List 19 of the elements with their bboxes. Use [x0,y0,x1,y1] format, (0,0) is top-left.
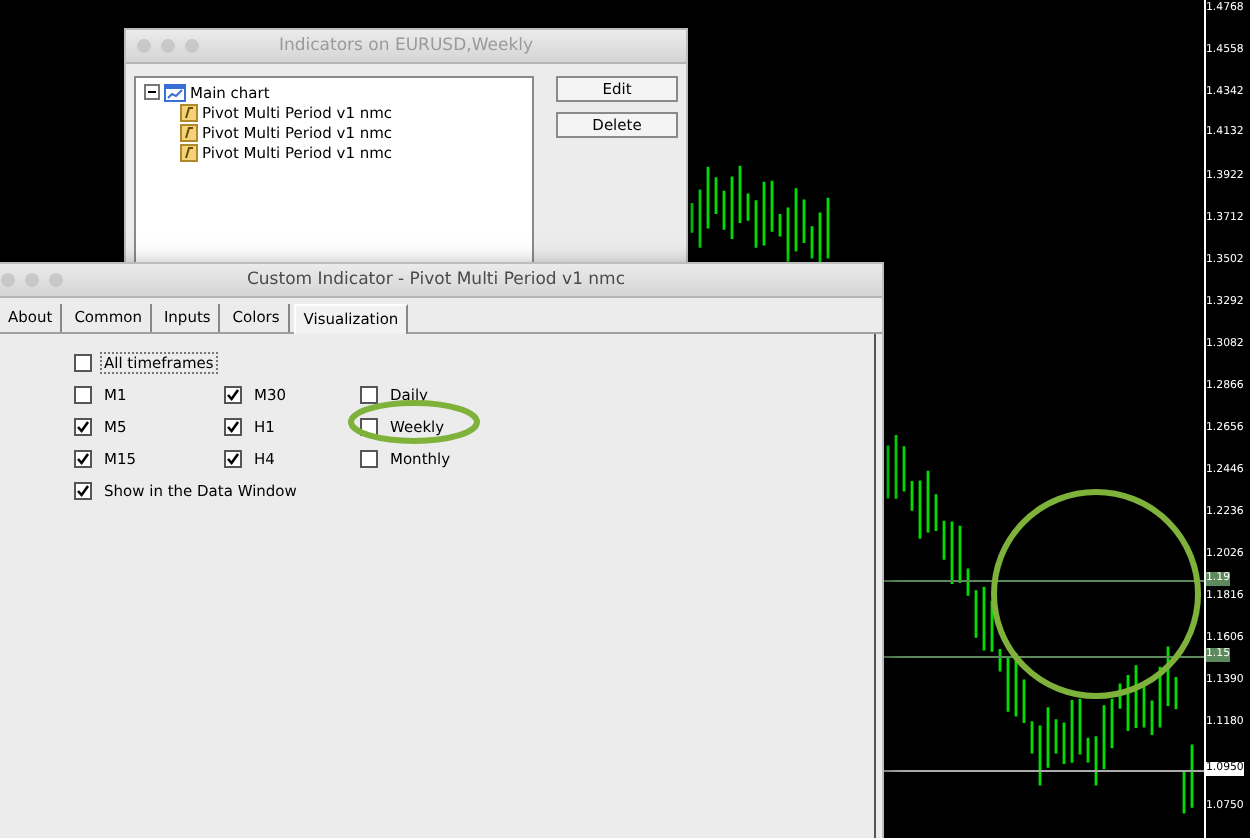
checkbox[interactable] [74,449,92,467]
checkbox[interactable] [360,417,378,435]
checkbox[interactable] [74,481,92,499]
checkbox[interactable] [224,449,242,467]
window-title: Indicators on EURUSD,Weekly [276,36,536,56]
checkbox[interactable] [360,449,378,467]
checkbox[interactable] [74,385,92,403]
indicator-icon [180,103,198,121]
checkbox[interactable] [74,417,92,435]
checkbox[interactable] [74,353,92,371]
checkbox[interactable] [224,385,242,403]
highlight-ellipse [346,398,482,446]
checkbox[interactable] [360,385,378,403]
checkbox[interactable] [224,417,242,435]
window-title: Custom Indicator - Pivot Multi Period v1 nmc [244,270,628,290]
chart-window-icon [164,83,186,101]
indicator-icon [180,143,198,161]
collapse-icon[interactable] [144,84,160,100]
indicator-icon [180,123,198,141]
